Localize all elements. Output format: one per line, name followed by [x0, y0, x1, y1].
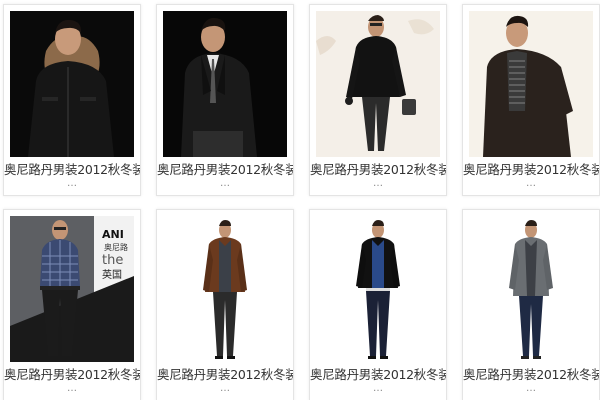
- more-indicator: …: [220, 383, 230, 394]
- product-photo[interactable]: [10, 11, 134, 157]
- product-title[interactable]: 奥尼路丹男装2012秋冬装: [463, 159, 599, 178]
- product-photo[interactable]: [163, 216, 287, 362]
- product-photo[interactable]: [163, 11, 287, 157]
- product-card[interactable]: 奥尼路丹男装2012秋冬装 …: [309, 4, 447, 196]
- product-title[interactable]: 奥尼路丹男装2012秋冬装: [463, 364, 599, 383]
- product-card[interactable]: ANI 奥尼路 the 英国 奥尼路丹男装2012秋冬装 …: [3, 209, 141, 400]
- product-grid: 奥尼路丹男装2012秋冬装 … 奥尼路丹男装2012秋冬装 … 奥尼路丹男装20…: [0, 0, 600, 400]
- more-indicator: …: [526, 178, 536, 189]
- product-card[interactable]: 奥尼路丹男装2012秋冬装 …: [156, 4, 294, 196]
- more-indicator: …: [373, 383, 383, 394]
- product-title[interactable]: 奥尼路丹男装2012秋冬装: [157, 364, 293, 383]
- poster-text: the: [102, 253, 123, 268]
- product-photo[interactable]: [316, 216, 440, 362]
- more-indicator: …: [67, 383, 77, 394]
- poster-text: ANI: [102, 228, 124, 241]
- product-card[interactable]: 奥尼路丹男装2012秋冬装 …: [462, 209, 600, 400]
- more-indicator: …: [220, 178, 230, 189]
- product-title[interactable]: 奥尼路丹男装2012秋冬装: [157, 159, 293, 178]
- product-card[interactable]: 奥尼路丹男装2012秋冬装 …: [156, 209, 294, 400]
- product-photo[interactable]: [469, 216, 593, 362]
- more-indicator: …: [526, 383, 536, 394]
- product-title[interactable]: 奥尼路丹男装2012秋冬装: [4, 159, 140, 178]
- product-title[interactable]: 奥尼路丹男装2012秋冬装: [310, 364, 446, 383]
- product-title[interactable]: 奥尼路丹男装2012秋冬装: [4, 364, 140, 383]
- more-indicator: …: [373, 178, 383, 189]
- more-indicator: …: [67, 178, 77, 189]
- product-card[interactable]: 奥尼路丹男装2012秋冬装 …: [462, 4, 600, 196]
- product-card[interactable]: 奥尼路丹男装2012秋冬装 …: [309, 209, 447, 400]
- product-photo[interactable]: [469, 11, 593, 157]
- poster-text: 奥尼路: [104, 242, 128, 252]
- product-title[interactable]: 奥尼路丹男装2012秋冬装: [310, 159, 446, 178]
- poster-text: 英国: [102, 268, 122, 281]
- product-photo[interactable]: [316, 11, 440, 157]
- product-card[interactable]: 奥尼路丹男装2012秋冬装 …: [3, 4, 141, 196]
- product-photo[interactable]: ANI 奥尼路 the 英国: [10, 216, 134, 362]
